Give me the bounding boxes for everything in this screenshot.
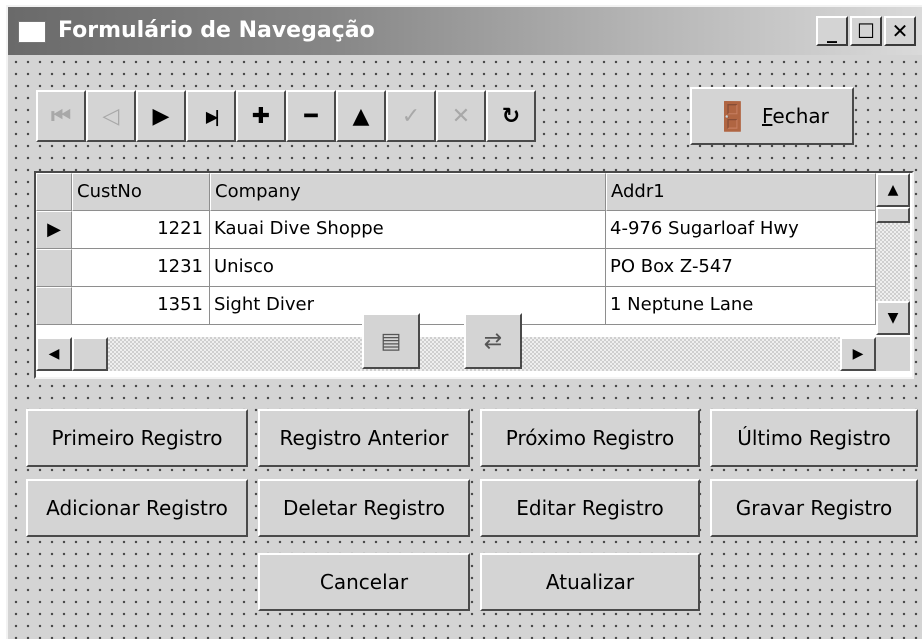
nav-delete-button[interactable]: ━ — [286, 90, 336, 142]
checkmark-icon: ✓ — [401, 103, 421, 129]
maximize-button[interactable]: ☐ — [850, 16, 882, 46]
prior-record-icon: ◁ — [102, 103, 120, 129]
primeiro-registro-button[interactable]: Primeiro Registro — [26, 409, 248, 467]
fechar-button[interactable]: 🚪 Fechar — [690, 87, 854, 145]
nav-insert-button[interactable]: ✚ — [236, 90, 286, 142]
form-icon — [18, 21, 46, 43]
form-window: Formulário de Navegação _ ☐ ✕ 🚪 Fechar C… — [6, 5, 922, 639]
scroll-left-button[interactable]: ◀ — [36, 337, 72, 371]
proximo-registro-button[interactable]: Próximo Registro — [480, 409, 700, 467]
scroll-left-icon: ◀ — [48, 346, 60, 362]
refresh-icon: ↻ — [501, 103, 521, 129]
scroll-down-button[interactable]: ▼ — [876, 301, 910, 335]
gravar-registro-button[interactable]: Gravar Registro — [710, 479, 918, 537]
scroll-right-icon: ▶ — [852, 346, 864, 362]
horizontal-scrollbar[interactable]: ◀ ▶ — [36, 337, 876, 371]
row-indicator[interactable] — [36, 287, 72, 325]
cancelar-button[interactable]: Cancelar — [258, 553, 470, 611]
registro-anterior-button[interactable]: Registro Anterior — [258, 409, 470, 467]
column-header-addr1[interactable]: Addr1 — [606, 173, 876, 211]
cell-addr1[interactable]: PO Box Z-547 — [606, 249, 876, 287]
grid-corner-header — [36, 173, 72, 211]
close-button[interactable]: ✕ — [884, 16, 916, 46]
next-record-icon: ▶ — [152, 103, 170, 129]
scroll-up-icon: ▲ — [887, 182, 899, 198]
door-exit-icon: 🚪 — [715, 99, 750, 133]
adicionar-registro-button[interactable]: Adicionar Registro — [26, 479, 248, 537]
nav-first-button[interactable]: ⏮ — [36, 90, 86, 142]
scroll-up-button[interactable]: ▲ — [876, 173, 910, 207]
cell-company[interactable]: Kauai Dive Shoppe — [210, 211, 606, 249]
nav-cancel-button[interactable]: ✕ — [436, 90, 486, 142]
cell-custno[interactable]: 1221 — [72, 211, 210, 249]
deletar-registro-button[interactable]: Deletar Registro — [258, 479, 470, 537]
horizontal-scroll-thumb[interactable] — [72, 337, 108, 371]
row-indicator-current[interactable]: ▶ — [36, 211, 72, 249]
current-row-arrow-icon: ▶ — [47, 219, 61, 240]
nav-prior-button[interactable]: ◁ — [86, 90, 136, 142]
column-header-company[interactable]: Company — [210, 173, 606, 211]
table-component-icon[interactable]: ⇄ — [464, 313, 522, 369]
vertical-scroll-thumb[interactable] — [876, 207, 910, 223]
nav-refresh-button[interactable]: ↻ — [486, 90, 536, 142]
nav-next-button[interactable]: ▶ — [136, 90, 186, 142]
scrollbar-corner — [876, 337, 910, 371]
close-icon: ✕ — [891, 19, 909, 43]
scroll-right-button[interactable]: ▶ — [840, 337, 876, 371]
cell-custno[interactable]: 1231 — [72, 249, 210, 287]
vertical-scrollbar[interactable]: ▲ ▼ — [876, 173, 910, 335]
minimize-button[interactable]: _ — [816, 16, 848, 46]
nav-edit-button[interactable]: ▲ — [336, 90, 386, 142]
row-indicator[interactable] — [36, 249, 72, 287]
cell-custno[interactable]: 1351 — [72, 287, 210, 325]
nav-last-button[interactable]: ▶| — [186, 90, 236, 142]
fechar-label: Fechar — [761, 104, 829, 128]
nav-post-button[interactable]: ✓ — [386, 90, 436, 142]
ultimo-registro-button[interactable]: Último Registro — [710, 409, 918, 467]
triangle-up-icon: ▲ — [352, 103, 370, 129]
column-header-custno[interactable]: CustNo — [72, 173, 210, 211]
cell-company[interactable]: Unisco — [210, 249, 606, 287]
title-bar[interactable]: Formulário de Navegação _ ☐ ✕ — [8, 7, 922, 55]
last-record-icon: ▶| — [205, 106, 220, 126]
first-record-icon: ⏮ — [51, 103, 71, 129]
atualizar-button[interactable]: Atualizar — [480, 553, 700, 611]
editar-registro-button[interactable]: Editar Registro — [480, 479, 700, 537]
x-icon: ✕ — [451, 103, 471, 129]
maximize-icon: ☐ — [857, 19, 875, 43]
minus-icon: ━ — [304, 103, 318, 129]
cell-addr1[interactable]: 4-976 Sugarloaf Hwy — [606, 211, 876, 249]
cell-addr1[interactable]: 1 Neptune Lane — [606, 287, 876, 325]
plus-icon: ✚ — [251, 103, 271, 129]
datasource-component-icon[interactable]: ▤ — [362, 313, 420, 369]
window-title: Formulário de Navegação — [58, 18, 375, 43]
scroll-down-icon: ▼ — [887, 310, 899, 326]
minimize-icon: _ — [827, 19, 837, 43]
